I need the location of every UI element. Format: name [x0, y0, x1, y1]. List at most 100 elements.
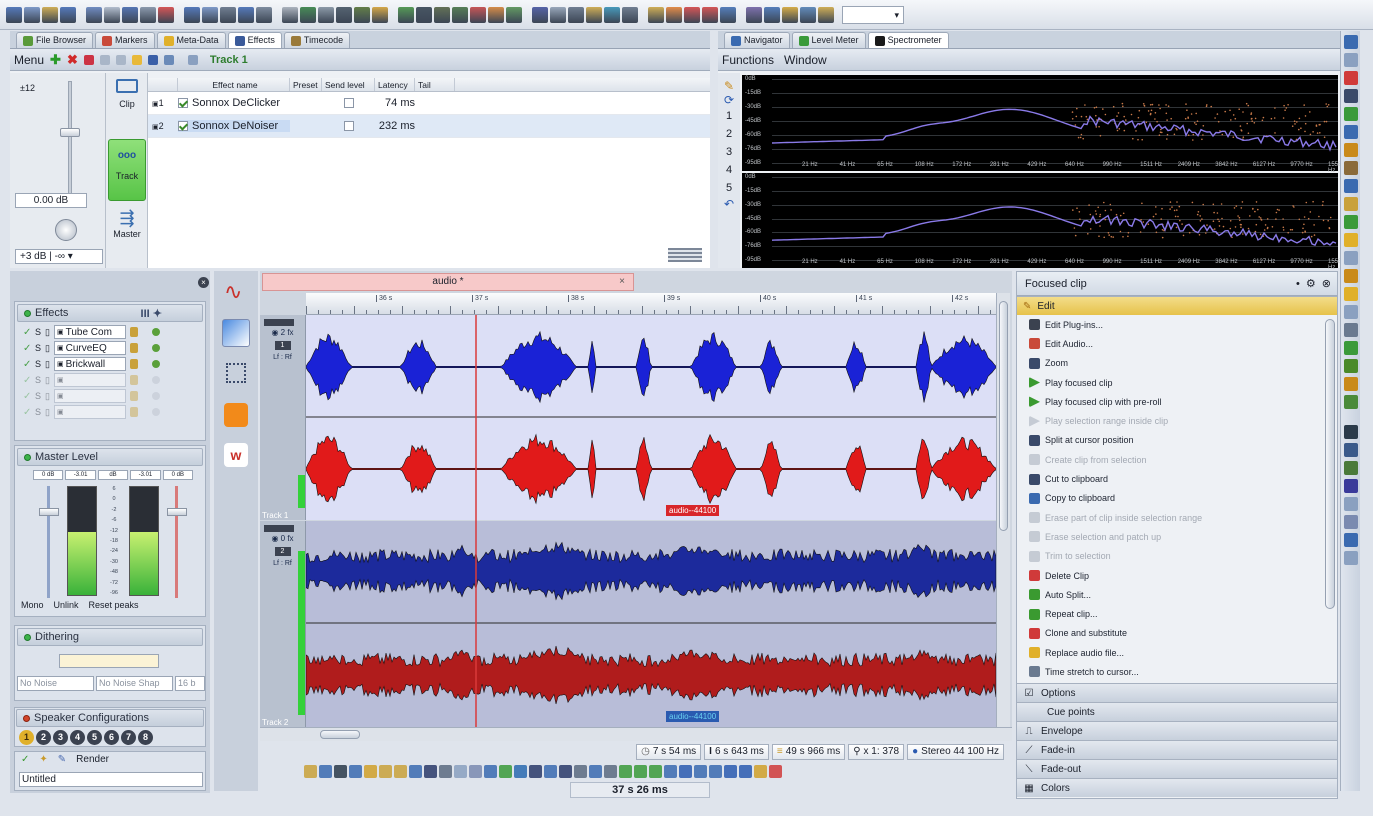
- master-gain-field[interactable]: +3 dB | -∞ ▾: [15, 249, 103, 264]
- right-toolbar-icon[interactable]: [1343, 215, 1358, 229]
- slot-enabled-check[interactable]: ✓: [23, 407, 31, 418]
- cursor-position[interactable]: ◷ 7 s 54 ms: [636, 744, 702, 760]
- grid-tool-icon[interactable]: [226, 363, 246, 383]
- right-toolbar-icon[interactable]: [1343, 197, 1358, 211]
- dither-field[interactable]: 16 b: [175, 676, 205, 691]
- toolbar-button-icon[interactable]: [336, 6, 352, 23]
- toolbar-button-icon[interactable]: [568, 6, 584, 23]
- toolbar-button-icon[interactable]: [720, 6, 736, 23]
- zoom-level[interactable]: ⚲ x 1: 378: [848, 744, 905, 760]
- menu-item-clone-and-substitute[interactable]: Clone and substitute: [1017, 624, 1337, 643]
- track-fx-count[interactable]: ◉ 2 fx: [260, 328, 305, 337]
- col-effect-name[interactable]: Effect name: [178, 78, 290, 91]
- project-name-field[interactable]: Untitled: [19, 772, 203, 787]
- transport-button-icon[interactable]: [664, 765, 677, 778]
- tab-level-meter[interactable]: Level Meter: [791, 32, 866, 48]
- right-toolbar-icon[interactable]: [1343, 143, 1358, 157]
- editor-tab[interactable]: audio * ×: [262, 273, 634, 291]
- effect-send-cell[interactable]: [322, 120, 375, 132]
- slot-bypass[interactable]: ▯: [45, 375, 50, 386]
- transport-button-icon[interactable]: [634, 765, 647, 778]
- toolbar-button-icon[interactable]: [104, 6, 120, 23]
- pin-icon[interactable]: •: [1296, 278, 1300, 290]
- toolbar-button-icon[interactable]: [648, 6, 664, 23]
- right-toolbar-icon[interactable]: [1343, 125, 1358, 139]
- reset-peaks-button[interactable]: Reset peaks: [89, 600, 139, 610]
- gear-icon[interactable]: ✦: [39, 754, 47, 765]
- toolbar-combo-box[interactable]: ▾: [842, 5, 904, 24]
- transport-button-icon[interactable]: [649, 765, 662, 778]
- slot-plugin-box[interactable]: ▣: [53, 373, 126, 387]
- toolbar-button-icon[interactable]: [282, 6, 298, 23]
- rss-icon[interactable]: [224, 403, 248, 427]
- menu-item-edit-audio[interactable]: Edit Audio...: [1017, 334, 1337, 353]
- toolbar-button-icon[interactable]: [782, 6, 798, 23]
- remove-icon[interactable]: ✖: [67, 52, 78, 68]
- selection-length[interactable]: I6 s 643 ms: [704, 744, 769, 760]
- transport-button-icon[interactable]: [529, 765, 542, 778]
- refresh-icon[interactable]: ⟳: [718, 93, 740, 107]
- slot-power-icon[interactable]: [151, 328, 160, 336]
- horizontal-scroll-thumb[interactable]: [320, 730, 360, 739]
- transport-button-icon[interactable]: [304, 765, 317, 778]
- speaker-config-3[interactable]: 3: [53, 730, 68, 745]
- right-toolbar-icon[interactable]: [1343, 341, 1358, 355]
- track-level-button[interactable]: ooo Track: [108, 139, 146, 201]
- menu-item-time-stretch-to-cursor[interactable]: Time stretch to cursor...: [1017, 662, 1337, 681]
- toolbar-button-icon[interactable]: [184, 6, 200, 23]
- undo-icon[interactable]: ↶: [718, 197, 740, 211]
- toolbar-button-icon[interactable]: [604, 6, 620, 23]
- transport-button-icon[interactable]: [589, 765, 602, 778]
- close-tab-icon[interactable]: ×: [619, 274, 625, 290]
- left-fader-handle[interactable]: [39, 508, 59, 516]
- dither-field[interactable]: No Noise Shap: [96, 676, 173, 691]
- toolbar-button-icon[interactable]: [60, 6, 76, 23]
- effect-name-cell[interactable]: Sonnox DeNoiser: [178, 120, 290, 132]
- right-toolbar-icon[interactable]: [1343, 107, 1358, 121]
- right-toolbar-icon[interactable]: [1343, 323, 1358, 337]
- table-view-icon[interactable]: [668, 248, 702, 262]
- toolbar-button-icon[interactable]: [550, 6, 566, 23]
- menu-item-split-at-cursor-position[interactable]: Split at cursor position: [1017, 431, 1337, 450]
- clip-name-label[interactable]: audio--44100: [666, 711, 720, 722]
- transport-button-icon[interactable]: [349, 765, 362, 778]
- spectrum-preset-2[interactable]: 2: [718, 125, 740, 143]
- right-fader-handle[interactable]: [167, 508, 187, 516]
- tab-navigator[interactable]: Navigator: [724, 32, 790, 48]
- master-effect-slot[interactable]: ✓ S ▯ ▣: [15, 372, 205, 388]
- right-toolbar-icon[interactable]: [1343, 35, 1358, 49]
- slot-power-icon[interactable]: [151, 376, 160, 384]
- effect-row[interactable]: ▣2 Sonnox DeNoiser 232 ms: [148, 115, 710, 138]
- slot-plugin-box[interactable]: ▣ CurveEQ: [53, 341, 126, 355]
- toolbar-button-icon[interactable]: [416, 6, 432, 23]
- right-toolbar-icon[interactable]: [1343, 515, 1358, 529]
- section-envelope[interactable]: ⎍ Envelope: [1017, 721, 1337, 740]
- tab-effects[interactable]: Effects: [227, 32, 282, 48]
- slot-enabled-check[interactable]: ✓: [23, 327, 31, 338]
- master-level-button[interactable]: ⇶ Master: [108, 207, 146, 257]
- menu-item-play-selection-range-inside-clip[interactable]: Play selection range inside clip: [1017, 411, 1337, 430]
- menu-item-zoom[interactable]: Zoom: [1017, 354, 1337, 373]
- master-effect-slot[interactable]: ✓ S ▯ ▣ Tube Com: [15, 324, 205, 340]
- save-icon[interactable]: [147, 54, 158, 65]
- slot-edit-icon[interactable]: [129, 407, 138, 417]
- menu-item-create-clip-from-selection[interactable]: Create clip from selection: [1017, 450, 1337, 469]
- tab-timecode[interactable]: Timecode: [283, 32, 351, 48]
- slot-enabled-check[interactable]: ✓: [23, 391, 31, 402]
- section-cue-points[interactable]: Cue points: [1017, 702, 1337, 721]
- logo-icon[interactable]: w: [224, 443, 248, 467]
- transport-button-icon[interactable]: [334, 765, 347, 778]
- effect-send-cell[interactable]: [322, 97, 375, 109]
- slot-bypass[interactable]: ▯: [45, 359, 50, 370]
- right-toolbar-icon[interactable]: [1343, 287, 1358, 301]
- speaker-config-4[interactable]: 4: [70, 730, 85, 745]
- slot-enabled-check[interactable]: ✓: [23, 359, 31, 370]
- toolbar-button-icon[interactable]: [24, 6, 40, 23]
- open-icon[interactable]: [131, 54, 142, 65]
- section-colors[interactable]: ▦ Colors: [1017, 778, 1337, 797]
- tab-file-browser[interactable]: File Browser: [16, 32, 94, 48]
- dither-field[interactable]: No Noise: [17, 676, 94, 691]
- speaker-config-5[interactable]: 5: [87, 730, 102, 745]
- functions-menu[interactable]: Functions: [722, 53, 774, 67]
- menu-item-edit-plug-ins[interactable]: Edit Plug-ins...: [1017, 315, 1337, 334]
